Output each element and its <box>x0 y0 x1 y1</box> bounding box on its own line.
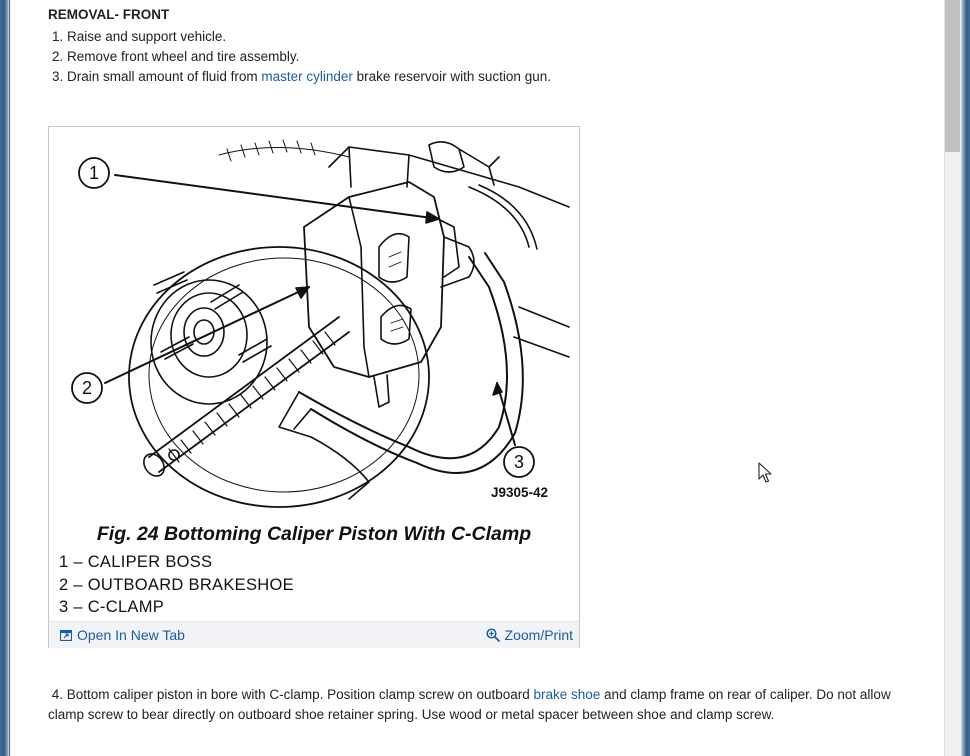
step-3: 3. Drain small amount of fluid from mast… <box>52 67 551 87</box>
legend-item: 1 – CALIPER BOSS <box>59 553 213 571</box>
step-4-text-pre: 4. Bottom caliper piston in bore with C-… <box>51 687 534 702</box>
figure-caption: Fig. 24 Bottoming Caliper Piston With C-… <box>96 523 532 545</box>
window-right-border <box>961 0 970 756</box>
steps-list: 1. Raise and support vehicle. 2. Remove … <box>52 27 551 87</box>
figure-toolbar: Open In New Tab Zoom/Print <box>49 621 579 648</box>
zoom-print-button[interactable]: Zoom/Print <box>485 622 573 648</box>
caliper-illustration[interactable]: 1 2 3 <box>49 127 579 521</box>
magnifier-plus-icon <box>485 628 500 642</box>
brake-shoe-link[interactable]: brake shoe <box>534 687 601 702</box>
step-2: 2. Remove front wheel and tire assembly. <box>52 49 300 64</box>
callout-3: 3 <box>514 452 524 472</box>
zoom-print-label: Zoom/Print <box>504 627 573 643</box>
legend-item: 3 – C-CLAMP <box>59 598 165 616</box>
figure-id: J9305-42 <box>491 485 549 500</box>
figure-panel: 1 2 3 J9305-42 Fig. 24 Bottoming Caliper… <box>48 126 580 648</box>
figure-legend: 1 – CALIPER BOSS 2 – OUTBOARD BRAKESHOE … <box>59 551 294 619</box>
legend-item: 2 – OUTBOARD BRAKESHOE <box>59 575 294 594</box>
open-in-new-tab-button[interactable]: Open In New Tab <box>60 622 185 648</box>
master-cylinder-link[interactable]: master cylinder <box>261 69 353 84</box>
section-heading: REMOVAL- FRONT <box>48 7 170 22</box>
window-left-border <box>0 0 12 756</box>
mouse-cursor-icon <box>758 462 772 483</box>
step-3-text-pre: 3. Drain small amount of fluid from <box>52 69 262 84</box>
step-4: 4. Bottom caliper piston in bore with C-… <box>48 685 918 725</box>
callout-2: 2 <box>82 378 92 398</box>
step-3-text-post: brake reservoir with suction gun. <box>352 69 551 84</box>
open-new-tab-icon <box>60 629 72 641</box>
scrollbar-thumb[interactable] <box>945 0 960 152</box>
step-1: 1. Raise and support vehicle. <box>52 29 227 44</box>
open-in-new-tab-label: Open In New Tab <box>77 627 185 643</box>
callout-1: 1 <box>89 163 99 183</box>
